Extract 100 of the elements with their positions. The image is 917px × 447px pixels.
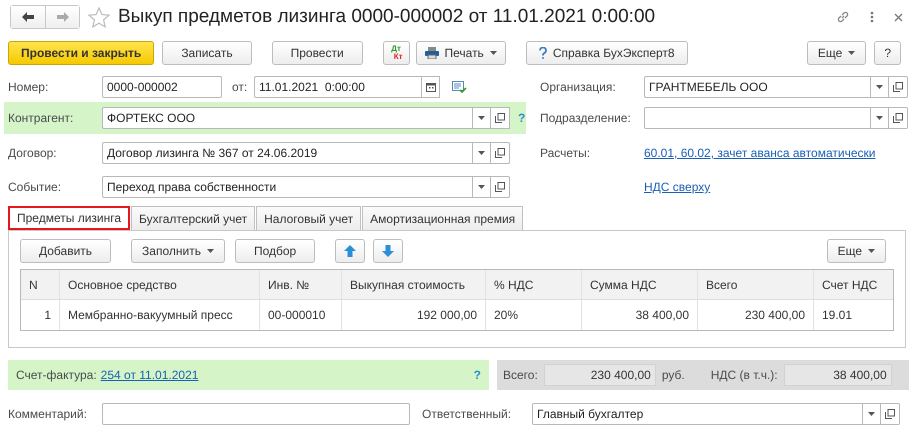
open-icon (495, 113, 505, 123)
dropdown-button[interactable] (862, 403, 881, 425)
menu-button[interactable]: Еще (806, 41, 866, 65)
window-title: Выкуп предметов лизинга 0000-000002 от 11.01.2021 0:00:00 (118, 6, 656, 28)
contract-field[interactable]: Договор лизинга № 367 от 24.06.2019 (102, 142, 472, 164)
invoice-link[interactable]: 254 от 11.01.2021 (100, 368, 198, 382)
dropdown-button[interactable] (472, 142, 491, 164)
column-header: Выкупная стоимость (341, 270, 485, 299)
counterparty-field[interactable]: ФОРТЕКС ООО (102, 107, 472, 129)
caret-icon (876, 116, 883, 120)
printer-icon (424, 47, 438, 59)
open-icon (495, 182, 505, 192)
open-button[interactable] (889, 76, 908, 98)
dt-kt-button[interactable]: Дт Кт (382, 41, 410, 65)
total-value: 230 400,00 (544, 364, 656, 386)
tab[interactable]: Бухгалтерский учет (131, 206, 256, 230)
column-header: Всего (697, 270, 813, 299)
vat-link[interactable]: НДС сверху (644, 180, 710, 194)
table-cell: 00-000010 (259, 300, 341, 330)
column-header: Инв. № (259, 270, 341, 299)
toolbar-button[interactable]: Провести (272, 41, 363, 65)
open-button[interactable] (881, 403, 900, 425)
field-label: Расчеты: (540, 146, 592, 160)
table-cell: 230 400,00 (697, 300, 813, 330)
down-arrow-icon (382, 245, 394, 257)
move-up-button[interactable] (335, 239, 366, 263)
open-icon (893, 113, 903, 123)
field-label: от: (232, 80, 248, 94)
calendar-icon (426, 82, 436, 92)
caret-icon (876, 85, 883, 89)
vat-label: НДС (в т.ч.): (710, 368, 778, 382)
star-icon[interactable] (88, 6, 110, 28)
currency-label: руб. (662, 368, 685, 382)
status-icon (452, 81, 467, 93)
up-arrow-icon (344, 245, 356, 257)
dropdown-button[interactable] (472, 107, 491, 129)
field-label: Комментарий: (8, 407, 88, 421)
back-button[interactable] (11, 6, 45, 28)
print-button[interactable]: Печать (416, 41, 506, 65)
table-cell: 19.01 (813, 300, 896, 330)
column-header: Основное средство (59, 270, 259, 299)
dropdown-button[interactable] (472, 176, 491, 198)
tab[interactable]: Предметы лизинга (8, 206, 130, 230)
date-field[interactable]: 11.01.2021 0:00:00 (254, 76, 421, 98)
field-label: Контрагент: (8, 111, 74, 125)
caret-icon (478, 185, 485, 189)
field-label: Организация: (540, 80, 617, 94)
open-icon (885, 409, 895, 419)
menu-button[interactable]: Еще (826, 239, 886, 263)
comment-field[interactable] (102, 403, 410, 425)
open-button[interactable] (491, 176, 510, 198)
caret-icon (868, 249, 875, 253)
open-icon (893, 82, 903, 92)
tab[interactable]: Налоговый учет (256, 206, 362, 230)
table-cell: 192 000,00 (341, 300, 485, 330)
vat-value: 38 400,00 (784, 364, 892, 386)
menu-button[interactable]: Заполнить (131, 239, 225, 263)
open-button[interactable] (491, 107, 510, 129)
table-cell: 20% (485, 300, 581, 330)
caret-icon (490, 51, 497, 55)
subdivision-field[interactable] (644, 107, 870, 129)
dropdown-button[interactable] (870, 107, 889, 129)
tab[interactable]: Амортизационная премия (362, 206, 524, 230)
dropdown-button[interactable] (870, 76, 889, 98)
responsible-field[interactable]: Главный бухгалтер (532, 403, 862, 425)
settlements-link[interactable]: 60.01, 60.02, зачет аванса автоматически (644, 146, 876, 160)
caret-icon (848, 51, 856, 55)
organization-field[interactable]: ГРАНТМЕБЕЛЬ ООО (644, 76, 870, 98)
calendar-button[interactable] (421, 76, 440, 98)
table-cell: Мембранно-вакуумный пресс (59, 300, 259, 330)
more-icon[interactable] (870, 11, 874, 23)
link-icon[interactable] (836, 10, 850, 24)
caret-icon (868, 412, 875, 416)
help-button[interactable]: ? (874, 41, 901, 65)
open-icon (495, 148, 505, 158)
total-label: Всего: (503, 368, 538, 382)
table-cell-text: 1 (43, 307, 52, 324)
event-field[interactable]: Переход права собственности (102, 176, 472, 198)
open-button[interactable] (491, 142, 510, 164)
field-label: Ответственный: (422, 407, 512, 421)
toolbar-button[interactable]: Добавить (20, 239, 112, 263)
table-cell: 38 400,00 (581, 300, 697, 330)
field-label: Счет-фактура: (16, 368, 97, 382)
close-icon[interactable] (894, 12, 903, 22)
column-header: Сумма НДС (581, 270, 697, 299)
column-header: Счет НДС (813, 270, 896, 299)
caret-icon (206, 249, 214, 253)
toolbar-button[interactable]: Записать (162, 41, 252, 65)
open-button[interactable] (889, 107, 908, 129)
caret-icon (478, 116, 485, 120)
move-down-button[interactable] (373, 239, 404, 263)
back-arrow-icon (22, 12, 34, 22)
question-icon (538, 47, 547, 59)
field-label: Номер: (8, 80, 50, 94)
forward-arrow-icon (56, 12, 68, 22)
help-reference-button[interactable]: Справка БухЭксперт8 (526, 41, 688, 65)
post-and-close-button[interactable]: Провести и закрыть (8, 41, 154, 65)
toolbar-button[interactable]: Подбор (234, 239, 316, 263)
number-field[interactable]: 0000-000002 (102, 76, 222, 98)
column-header: % НДС (485, 270, 581, 299)
